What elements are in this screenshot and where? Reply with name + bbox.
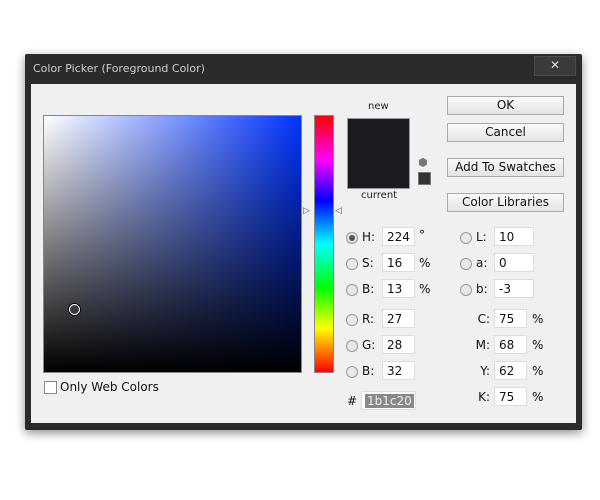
dialog-body: ▷ ◁ new current ⬢ OK Cancel Add To Swatc…	[31, 84, 576, 423]
lightness-radio[interactable]	[460, 232, 472, 244]
a-channel-input[interactable]: 0	[494, 253, 534, 272]
yellow-label: Y:	[480, 364, 490, 378]
ok-button[interactable]: OK	[447, 96, 564, 115]
current-label: current	[361, 190, 398, 201]
color-picker-dialog: Color Picker (Foreground Color) ✕ ▷ ◁ ne…	[25, 54, 582, 430]
yellow-input[interactable]: 62	[494, 361, 527, 380]
saturation-radio[interactable]	[346, 258, 358, 270]
b-channel-label: b:	[476, 282, 488, 296]
lightness-label: L:	[476, 230, 487, 244]
color-field[interactable]	[43, 115, 302, 373]
red-label: R:	[362, 312, 375, 326]
hue-slider-right-arrow-icon[interactable]: ◁	[335, 206, 342, 216]
new-color-swatch	[347, 118, 410, 189]
hue-radio[interactable]	[346, 232, 358, 244]
a-channel-label: a:	[476, 256, 488, 270]
hue-label: H:	[362, 230, 376, 244]
close-button[interactable]: ✕	[534, 56, 576, 76]
hue-slider[interactable]	[314, 115, 334, 373]
color-libraries-button[interactable]: Color Libraries	[447, 193, 564, 212]
window-title: Color Picker (Foreground Color)	[33, 62, 205, 75]
saturation-label: S:	[362, 256, 374, 270]
cyan-unit: %	[532, 312, 544, 326]
hex-label: #	[347, 394, 358, 408]
color-field-marker[interactable]	[69, 304, 80, 315]
gamut-cube-icon[interactable]: ⬢	[418, 156, 428, 169]
add-to-swatches-button[interactable]: Add To Swatches	[447, 158, 564, 177]
yellow-unit: %	[532, 364, 544, 378]
only-web-colors-label: Only Web Colors	[60, 380, 159, 394]
b-channel-input[interactable]: -3	[494, 279, 534, 298]
only-web-colors-checkbox[interactable]	[44, 381, 57, 394]
blue-radio[interactable]	[346, 366, 358, 378]
hue-unit: °	[419, 228, 425, 242]
black-unit: %	[532, 390, 544, 404]
green-radio[interactable]	[346, 340, 358, 352]
green-input[interactable]: 28	[382, 335, 415, 354]
saturation-input[interactable]: 16	[382, 253, 415, 272]
hue-slider-left-arrow-icon[interactable]: ▷	[303, 206, 310, 216]
brightness-label: B:	[362, 282, 375, 296]
green-label: G:	[362, 338, 376, 352]
a-channel-radio[interactable]	[460, 258, 472, 270]
red-radio[interactable]	[346, 314, 358, 326]
black-input[interactable]: 75	[494, 387, 527, 406]
lightness-input[interactable]: 10	[494, 227, 534, 246]
black-label: K:	[478, 390, 490, 404]
hue-input[interactable]: 224	[382, 227, 415, 246]
new-label: new	[368, 101, 389, 112]
web-safe-swatch-icon[interactable]	[418, 172, 431, 185]
magenta-unit: %	[532, 338, 544, 352]
b-channel-radio[interactable]	[460, 284, 472, 296]
brightness-unit: %	[419, 282, 431, 296]
brightness-radio[interactable]	[346, 284, 358, 296]
brightness-input[interactable]: 13	[382, 279, 415, 298]
cyan-input[interactable]: 75	[494, 309, 527, 328]
hex-value: 1b1c20	[365, 394, 414, 408]
red-input[interactable]: 27	[382, 309, 415, 328]
blue-input[interactable]: 32	[382, 361, 415, 380]
magenta-input[interactable]: 68	[494, 335, 527, 354]
cyan-label: C:	[477, 312, 490, 326]
saturation-unit: %	[419, 256, 431, 270]
magenta-label: M:	[475, 338, 490, 352]
blue-label: B:	[362, 364, 375, 378]
cancel-button[interactable]: Cancel	[447, 123, 564, 142]
hex-input[interactable]: 1b1c20	[361, 391, 416, 410]
